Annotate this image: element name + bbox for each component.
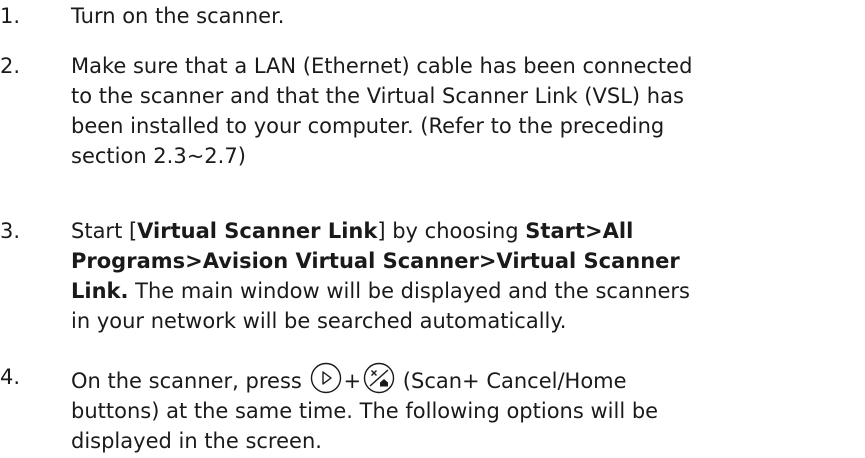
- step-text: On the scanner, press + (Scan+ Cancel/Ho…: [71, 362, 861, 456]
- menu-path: Programs>Avision Virtual Scanner>Virtual…: [71, 249, 680, 273]
- step-number: 4.: [0, 365, 21, 389]
- step-number: 2.: [0, 54, 21, 78]
- step-line: been installed to your computer. (Refer …: [71, 114, 665, 138]
- step-text-part: in your network will be searched automat…: [71, 309, 567, 333]
- step-text-part: buttons) at the same time. The following…: [71, 399, 659, 423]
- step-text: Turn on the scanner.: [71, 4, 285, 28]
- menu-path: Link.: [71, 279, 129, 303]
- step-text-part: Start [: [71, 219, 138, 243]
- step-text-part: ] by choosing: [377, 219, 526, 243]
- step-line: to the scanner and that the Virtual Scan…: [71, 84, 684, 108]
- instruction-steps: 1. Turn on the scanner. 2. Make sure tha…: [0, 0, 865, 458]
- step-text-part: The main window will be displayed and th…: [128, 279, 690, 303]
- app-name: Virtual Scanner Link: [137, 219, 378, 243]
- step-text-part: displayed in the screen.: [71, 429, 322, 453]
- step-line: Make sure that a LAN (Ethernet) cable ha…: [71, 54, 693, 78]
- step-line: section 2.3~2.7): [71, 144, 246, 168]
- plus-sign: +: [343, 369, 362, 393]
- step-text: Start [Virtual Scanner Link] by choosing…: [71, 216, 861, 336]
- scan-icon: [310, 362, 342, 394]
- step-text-part: (Scan+ Cancel/Home: [396, 369, 627, 393]
- step-text: Make sure that a LAN (Ethernet) cable ha…: [71, 51, 861, 171]
- menu-path: Start>All: [525, 219, 634, 243]
- step-number: 1.: [0, 4, 21, 28]
- cancel-home-icon: [363, 362, 395, 394]
- step-text-part: On the scanner, press: [71, 369, 309, 393]
- step-number: 3.: [0, 219, 21, 243]
